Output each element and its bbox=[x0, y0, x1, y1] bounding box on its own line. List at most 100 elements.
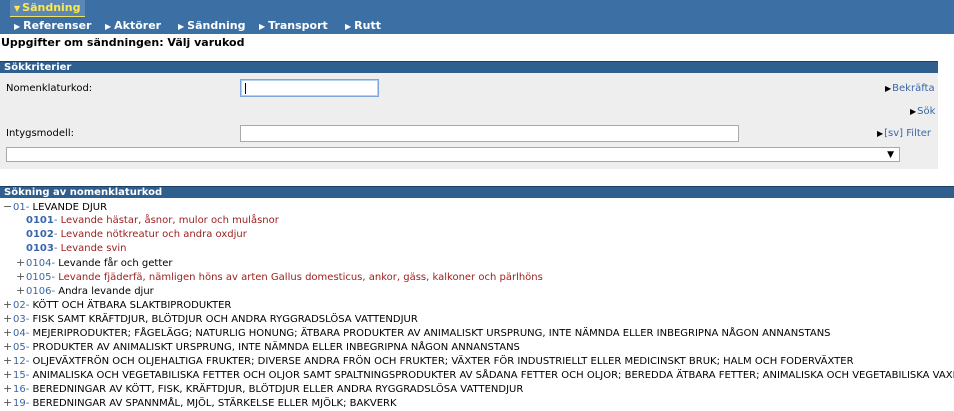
tree-row[interactable]: 0103- Levande svin bbox=[16, 242, 127, 256]
tree-row[interactable]: +0106- Andra levande djur bbox=[16, 284, 154, 298]
tree-code[interactable]: 0106 bbox=[26, 286, 51, 297]
confirm-link-label: Bekräfta bbox=[892, 83, 935, 94]
tree-code[interactable]: 04 bbox=[13, 328, 26, 339]
tree-description[interactable]: LEVANDE DJUR bbox=[33, 202, 108, 213]
tree-row[interactable]: 0101- Levande hästar, åsnor, mulor och m… bbox=[16, 214, 279, 228]
tab-sandning-active[interactable]: ▼ Sändning bbox=[10, 0, 85, 17]
tree-separator: - bbox=[25, 398, 33, 409]
expand-icon[interactable]: + bbox=[3, 312, 13, 326]
triangle-right-icon: ▶ bbox=[877, 129, 884, 138]
tree-description[interactable]: ANIMALISKA OCH VEGETABILISKA FETTER OCH … bbox=[33, 370, 954, 381]
tree-row[interactable]: +19- BEREDNINGAR AV SPANNMÅL, MJÖL, STÄR… bbox=[3, 396, 397, 410]
nav-label: Aktörer bbox=[114, 19, 162, 32]
tree-row[interactable]: +15- ANIMALISKA OCH VEGETABILISKA FETTER… bbox=[3, 368, 954, 382]
search-link[interactable]: ▶Sök bbox=[910, 106, 935, 117]
tree-description[interactable]: Levande svin bbox=[61, 243, 127, 254]
nav-item-sandning[interactable]: ▶ Sändning bbox=[178, 17, 246, 34]
top-tab-bar: ▼ Sändning bbox=[0, 0, 954, 17]
tree-row[interactable]: +12- OLJEVÄXTFRÖN OCH OLJEHALTIGA FRUKTE… bbox=[3, 354, 854, 368]
tree-separator: - bbox=[25, 202, 33, 213]
tree-description[interactable]: BEREDNINGAR AV SPANNMÅL, MJÖL, STÄRKELSE… bbox=[33, 398, 397, 409]
nav-item-referenser[interactable]: ▶ Referenser bbox=[14, 17, 91, 34]
tree-row[interactable]: +04- MEJERIPRODUKTER; FÅGELÄGG; NATURLIG… bbox=[3, 326, 831, 340]
tree-description[interactable]: BEREDNINGAR AV KÖTT, FISK, KRÄFTDJUR, BL… bbox=[33, 384, 524, 395]
navigation-bar: ▶ Referenser ▶ Aktörer ▶ Sändning ▶ Transpor… bbox=[0, 17, 954, 34]
tree-code[interactable]: 12 bbox=[13, 356, 26, 367]
tree-code[interactable]: 19 bbox=[13, 398, 26, 409]
tree-code[interactable]: 05 bbox=[13, 342, 26, 353]
triangle-right-icon: ▶ bbox=[105, 22, 112, 31]
certificate-model-label: Intygsmodell: bbox=[6, 128, 74, 139]
tree-code[interactable]: 02 bbox=[13, 300, 26, 311]
tree-code[interactable]: 03 bbox=[13, 314, 26, 325]
nomenclature-input[interactable] bbox=[240, 79, 379, 97]
text-cursor bbox=[245, 83, 246, 94]
tab-label: Sändning bbox=[22, 1, 81, 14]
expand-icon[interactable]: + bbox=[3, 368, 13, 382]
expand-icon[interactable]: + bbox=[16, 284, 26, 298]
dropdown-arrow-icon: ▼ bbox=[887, 150, 894, 160]
tree-row[interactable]: +03- FISK SAMT KRÄFTDJUR, BLÖTDJUR OCH A… bbox=[3, 312, 418, 326]
collapse-icon[interactable]: − bbox=[3, 200, 13, 214]
tree-code[interactable]: 0104 bbox=[26, 258, 51, 269]
tree-description[interactable]: OLJEVÄXTFRÖN OCH OLJEHALTIGA FRUKTER; DI… bbox=[33, 356, 854, 367]
triangle-right-icon: ▶ bbox=[259, 22, 266, 31]
tree-separator: - bbox=[25, 356, 33, 367]
nav-label: Rutt bbox=[354, 19, 381, 32]
expand-icon[interactable]: + bbox=[3, 382, 13, 396]
tree-row[interactable]: +02- KÖTT OCH ÄTBARA SLAKTBIPRODUKTER bbox=[3, 298, 231, 312]
expand-icon[interactable]: + bbox=[3, 396, 13, 410]
tree-code[interactable]: 0103 bbox=[26, 243, 54, 254]
nav-label: Sändning bbox=[187, 19, 246, 32]
tree-description[interactable]: Levande nötkreatur och andra oxdjur bbox=[61, 229, 247, 240]
tree-description[interactable]: Andra levande djur bbox=[58, 286, 154, 297]
certificate-model-input[interactable] bbox=[240, 125, 739, 142]
confirm-link[interactable]: ▶Bekräfta bbox=[885, 83, 935, 94]
tree-code[interactable]: 0105 bbox=[26, 272, 51, 283]
tree-separator: - bbox=[25, 342, 33, 353]
page-title: Uppgifter om sändningen: Välj varukod bbox=[1, 36, 245, 49]
tree-description[interactable]: Levande fjäderfä, nämligen höns av arten… bbox=[58, 272, 543, 283]
tree-description[interactable]: KÖTT OCH ÄTBARA SLAKTBIPRODUKTER bbox=[33, 300, 232, 311]
tree-code[interactable]: 0101 bbox=[26, 215, 54, 226]
filter-link[interactable]: ▶[sv] Filter bbox=[877, 128, 931, 139]
expand-icon[interactable]: + bbox=[16, 256, 26, 270]
certificate-dropdown[interactable]: ▼ bbox=[6, 147, 900, 162]
tree-description[interactable]: FISK SAMT KRÄFTDJUR, BLÖTDJUR OCH ANDRA … bbox=[33, 314, 418, 325]
expand-icon[interactable]: + bbox=[3, 340, 13, 354]
tree-row[interactable]: +16- BEREDNINGAR AV KÖTT, FISK, KRÄFTDJU… bbox=[3, 382, 523, 396]
nav-item-transport[interactable]: ▶ Transport bbox=[259, 17, 328, 34]
tree-code[interactable]: 01 bbox=[13, 202, 26, 213]
tree-row[interactable]: +05- PRODUKTER AV ANIMALISKT URSPRUNG, I… bbox=[3, 340, 520, 354]
tree-row[interactable]: 0102- Levande nötkreatur och andra oxdju… bbox=[16, 228, 247, 242]
nav-item-rutt[interactable]: ▶ Rutt bbox=[345, 17, 381, 34]
tree-code[interactable]: 0102 bbox=[26, 229, 54, 240]
filter-link-label: [sv] Filter bbox=[884, 128, 932, 139]
search-criteria-panel: Sökkriterier Nomenklaturkod: ▶Bekräfta ▶… bbox=[0, 61, 938, 169]
tree-row[interactable]: −01- LEVANDE DJUR bbox=[3, 200, 107, 214]
triangle-right-icon: ▶ bbox=[14, 22, 21, 31]
triangle-right-icon: ▶ bbox=[345, 22, 352, 31]
tree-description[interactable]: MEJERIPRODUKTER; FÅGELÄGG; NATURLIG HONU… bbox=[33, 328, 831, 339]
tree-description[interactable]: PRODUKTER AV ANIMALISKT URSPRUNG, INTE N… bbox=[33, 342, 520, 353]
triangle-right-icon: ▶ bbox=[178, 22, 185, 31]
tree-separator: - bbox=[25, 370, 33, 381]
tree-row[interactable]: +0104- Levande får och getter bbox=[16, 256, 173, 270]
triangle-down-icon: ▼ bbox=[14, 4, 21, 13]
expand-icon[interactable]: + bbox=[3, 326, 13, 340]
nav-label: Referenser bbox=[23, 19, 92, 32]
tree-description[interactable]: Levande hästar, åsnor, mulor och mulåsno… bbox=[61, 215, 279, 226]
nomenclature-label: Nomenklaturkod: bbox=[6, 83, 93, 94]
expand-icon[interactable]: + bbox=[3, 354, 13, 368]
tree-separator: - bbox=[53, 229, 61, 240]
expand-icon[interactable]: + bbox=[16, 270, 26, 284]
tree-code[interactable]: 15 bbox=[13, 370, 26, 381]
tree-code[interactable]: 16 bbox=[13, 384, 26, 395]
nav-label: Transport bbox=[268, 19, 328, 32]
tree-separator: - bbox=[25, 300, 33, 311]
triangle-right-icon: ▶ bbox=[885, 84, 892, 93]
tree-description[interactable]: Levande får och getter bbox=[58, 258, 172, 269]
nav-item-aktorer[interactable]: ▶ Aktörer bbox=[105, 17, 161, 34]
tree-row[interactable]: +0105- Levande fjäderfä, nämligen höns a… bbox=[16, 270, 543, 284]
expand-icon[interactable]: + bbox=[3, 298, 13, 312]
